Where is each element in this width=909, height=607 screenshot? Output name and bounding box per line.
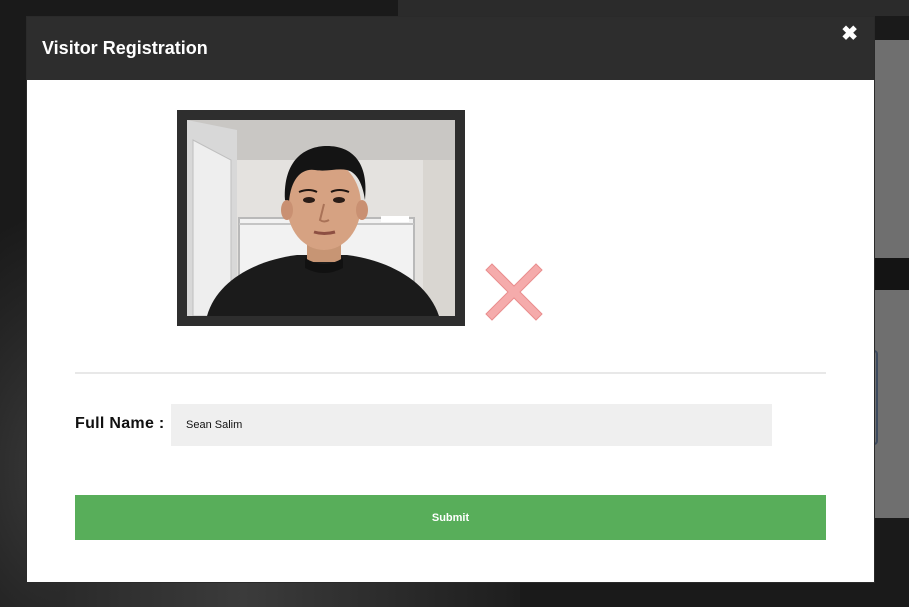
close-icon[interactable]: ✖ [841,24,858,44]
modal-header: Visitor Registration ✖ [27,17,874,80]
photo-frame [177,110,465,326]
visitor-photo [187,120,455,316]
submit-button[interactable]: Submit [75,495,826,540]
background-top-bar [398,0,909,16]
modal-body: Full Name : Submit [27,80,874,582]
full-name-input[interactable] [171,404,772,446]
full-name-label: Full Name : [75,415,165,432]
visitor-registration-modal: Visitor Registration ✖ Full Name: Sean … [27,17,874,582]
section-divider [75,372,826,374]
background-panel-strip [874,258,909,290]
remove-photo-icon[interactable] [484,262,544,322]
modal-title: Visitor Registration [42,38,208,58]
background-bottom-strip [60,583,520,607]
